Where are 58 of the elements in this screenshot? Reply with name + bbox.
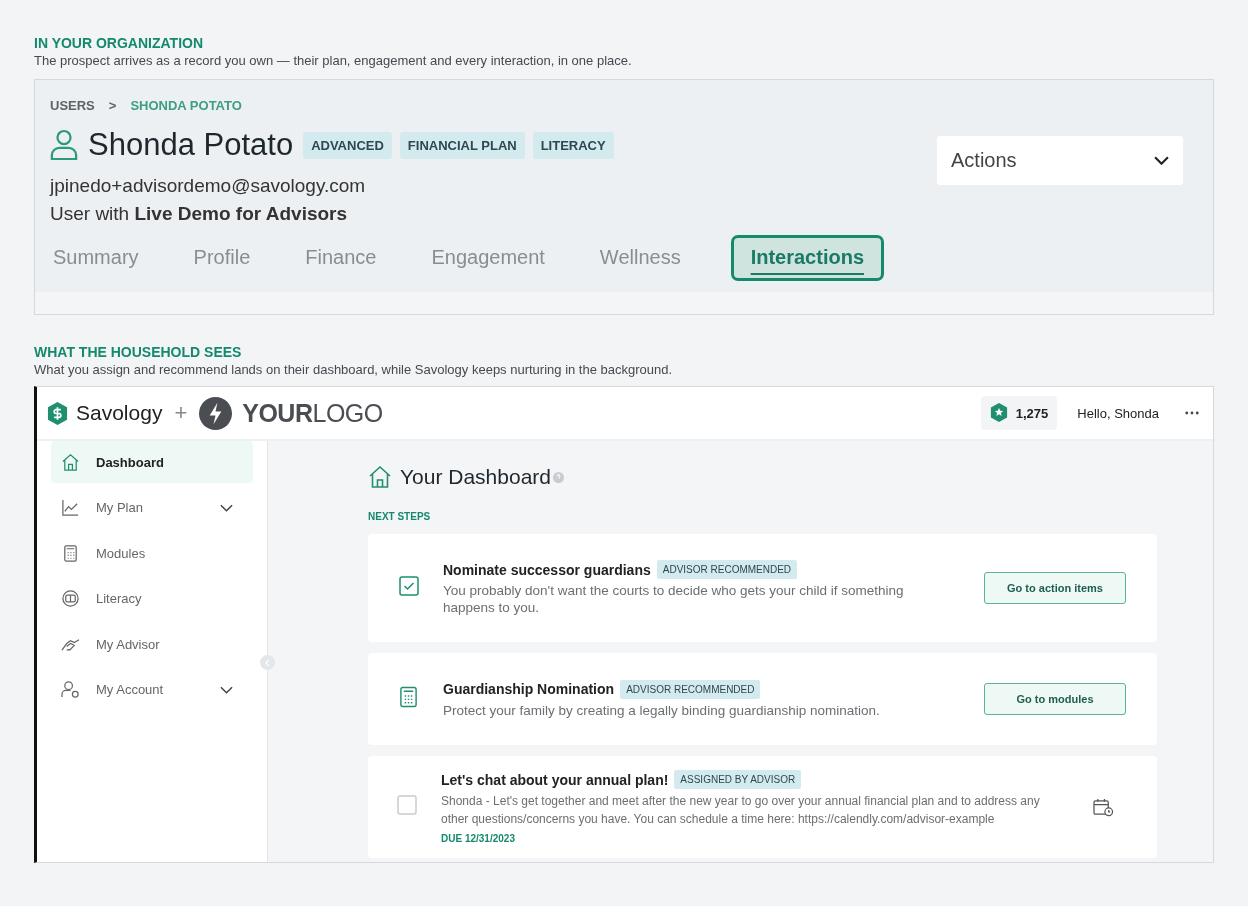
task-title: Guardianship Nomination (443, 681, 615, 697)
calendar-clock-icon[interactable] (1093, 797, 1114, 817)
tag: LITERACY (532, 131, 614, 159)
page-title: Your Dashboard (400, 465, 551, 489)
user-icon (50, 129, 78, 161)
sidebar-item[interactable]: My Plan (51, 486, 253, 529)
account-icon (61, 680, 80, 699)
tag: ASSIGNED BY ADVISOR (674, 770, 802, 789)
breadcrumb-item: SHONDA POTATO (130, 98, 242, 113)
task-description: You probably don't want the courts to decide who gets your child if something happens to you. (443, 582, 905, 616)
breadcrumb-item[interactable]: > (108, 98, 117, 113)
actions-dropdown[interactable]: Actions (937, 136, 1183, 185)
book-icon (61, 589, 80, 608)
chevron-icon (220, 685, 233, 694)
tag: ADVISOR RECOMMENDED (656, 560, 798, 579)
user-email: jpinedo+advisordemo@savology.com (50, 175, 367, 197)
brand-name: Savology (76, 401, 163, 425)
card-button[interactable]: Go to action items (984, 572, 1126, 604)
tab[interactable]: Interactions (730, 235, 884, 281)
chevron-icon (220, 503, 233, 512)
user-plan-text: User with Live Demo for Advisors (50, 203, 349, 225)
sidebar-item[interactable]: Literacy (51, 577, 253, 620)
checkbox[interactable] (397, 795, 417, 815)
star-icon (989, 403, 1008, 423)
calculator-icon (61, 543, 80, 563)
logo-icon (47, 401, 68, 425)
tag: ADVANCED (303, 131, 392, 159)
tag: FINANCIAL PLAN (399, 131, 525, 159)
chart-icon (61, 498, 80, 517)
partner-logo: YOURLOGO (242, 398, 383, 428)
plus-sign: + (174, 400, 188, 426)
checked-checkbox[interactable] (399, 576, 419, 596)
calculator-icon (399, 686, 418, 708)
home-icon (368, 465, 392, 489)
more-icon[interactable] (1185, 411, 1199, 415)
task-description: Shonda - Let's get together and meet after the new year to go over your annual financial plan and to address any other questions/concerns you have. You can schedule a time here: https://calendly.com/advisor-example (441, 793, 1041, 828)
task-description: Protect your family by creating a legally binding guardianship nomination. (443, 701, 881, 719)
due-date: DUE 12/31/2023 (441, 833, 516, 844)
section-label: NEXT STEPS (368, 511, 432, 522)
task-title: Nominate successor guardians (443, 561, 651, 578)
section-heading: WHAT THE HOUSEHOLD SEES (34, 343, 243, 361)
section-description: The prospect arrives as a record you own — their plan, engagement and every interaction, in one place. (34, 52, 633, 69)
chevron-icon (1154, 156, 1169, 165)
user-name: Shonda Potato (88, 127, 294, 163)
tag: ADVISOR RECOMMENDED (620, 679, 761, 699)
section-heading: IN YOUR ORGANIZATION (34, 34, 205, 52)
sidebar-item[interactable]: Modules (51, 532, 253, 574)
task-title: Let's chat about your annual plan! (441, 771, 669, 788)
greeting: Hello, Shonda (1077, 405, 1159, 421)
section-description: What you assign and recommend lands on their dashboard, while Savology keeps nurturing in the background. (34, 361, 674, 378)
sidebar-item[interactable]: My Advisor (51, 623, 253, 665)
card-button[interactable]: Go to modules (984, 683, 1126, 715)
home-icon (61, 452, 80, 472)
breadcrumb-item[interactable]: USERS (50, 98, 95, 113)
lightning-icon (199, 396, 233, 430)
points-count: 1,275 (1015, 405, 1049, 421)
sidebar-item[interactable]: Dashboard (51, 441, 253, 483)
sidebar-item[interactable]: My Account (51, 668, 253, 711)
